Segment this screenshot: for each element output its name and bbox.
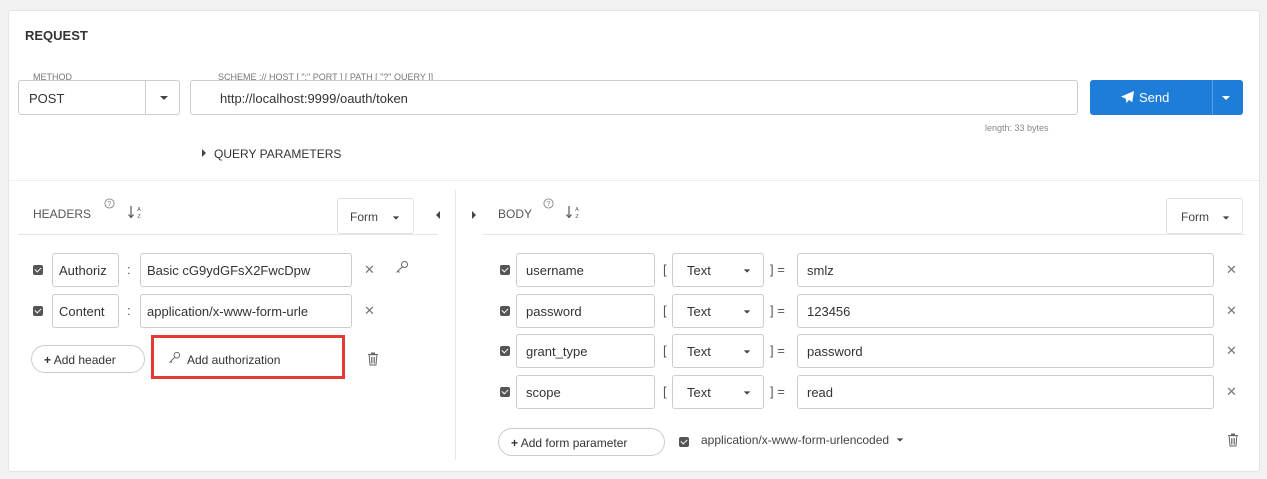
- header-row-1-checkbox[interactable]: [33, 265, 43, 275]
- body-row-type-value: Text: [687, 304, 711, 319]
- body-row-name-input[interactable]: username: [516, 253, 655, 287]
- content-type-checkbox[interactable]: [679, 437, 689, 447]
- svg-text:A: A: [575, 207, 579, 213]
- header-row-2-key-input[interactable]: Content: [52, 294, 119, 328]
- help-icon[interactable]: ?: [104, 198, 115, 209]
- method-select[interactable]: POST: [18, 80, 180, 115]
- svg-text:Z: Z: [575, 214, 579, 219]
- bracket-open: [: [663, 343, 667, 358]
- svg-text:?: ?: [547, 201, 551, 208]
- body-label: BODY: [498, 207, 533, 221]
- bracket-open: [: [663, 303, 667, 318]
- body-row-checkbox[interactable]: [500, 387, 510, 397]
- body-row-name-input[interactable]: grant_type: [516, 334, 655, 368]
- bracket-close-equals: ] =: [770, 343, 785, 358]
- add-authorization-button[interactable]: Add authorization: [187, 353, 280, 367]
- query-parameters-label: QUERY PARAMETERS: [214, 147, 342, 161]
- svg-text:Z: Z: [137, 214, 141, 219]
- bracket-close-equals: ] =: [770, 384, 785, 399]
- send-options-chevron-icon[interactable]: [1222, 96, 1230, 100]
- close-icon[interactable]: ✕: [364, 262, 375, 278]
- body-row-name-input[interactable]: password: [516, 294, 655, 328]
- body-section-title: BODY: [498, 207, 532, 221]
- paper-plane-icon: [1120, 90, 1135, 104]
- header-row-2-value-input[interactable]: application/x-www-form-urle: [140, 294, 352, 328]
- body-row-checkbox[interactable]: [500, 265, 510, 275]
- body-row-type-value: Text: [687, 385, 711, 400]
- body-row-checkbox[interactable]: [500, 306, 510, 316]
- bracket-open: [: [663, 384, 667, 399]
- chevron-down-icon: [897, 438, 904, 442]
- body-row-type-select[interactable]: Text: [672, 334, 764, 368]
- chevron-down-icon: [743, 391, 751, 395]
- colon: :: [127, 262, 131, 277]
- panel-divider: [455, 190, 456, 460]
- query-parameters-toggle[interactable]: QUERY PARAMETERS: [202, 147, 341, 161]
- close-icon[interactable]: ✕: [1226, 343, 1237, 359]
- content-type-dropdown[interactable]: application/x-www-form-urlencoded: [701, 433, 904, 447]
- bracket-close-equals: ] =: [770, 303, 785, 318]
- colon: :: [127, 303, 131, 318]
- chevron-down-icon[interactable]: [160, 96, 168, 100]
- headers-label: HEADERS: [33, 207, 92, 221]
- trash-icon[interactable]: [1227, 433, 1239, 447]
- chevron-down-icon: [743, 269, 751, 273]
- body-row-value-input[interactable]: password: [797, 334, 1214, 368]
- body-form-dropdown[interactable]: Form: [1166, 198, 1243, 234]
- plus-icon: +: [511, 436, 519, 450]
- collapse-left-icon[interactable]: [436, 211, 440, 219]
- header-row-2-checkbox[interactable]: [33, 306, 43, 316]
- url-value: http://localhost:9999/oauth/token: [220, 91, 408, 106]
- bracket-close-equals: ] =: [770, 262, 785, 277]
- chevron-down-icon: [743, 350, 751, 354]
- sort-icon[interactable]: AZ: [128, 205, 144, 219]
- bracket-open: [: [663, 262, 667, 277]
- close-icon[interactable]: ✕: [1226, 384, 1237, 400]
- body-row-value-input[interactable]: read: [797, 375, 1214, 409]
- length-text: length: 33 bytes: [985, 123, 1049, 133]
- header-row-1-key-input[interactable]: Authoriz: [52, 253, 119, 287]
- caret-right-icon: [202, 149, 206, 157]
- help-icon[interactable]: ?: [543, 198, 554, 209]
- body-row-type-value: Text: [687, 344, 711, 359]
- plus-icon: +: [44, 353, 52, 367]
- close-icon[interactable]: ✕: [1226, 262, 1237, 278]
- body-row-type-select[interactable]: Text: [672, 253, 764, 287]
- send-label: Send: [1139, 90, 1170, 105]
- chevron-down-icon: [392, 216, 400, 220]
- headers-section-title: HEADERS: [33, 207, 91, 221]
- content-type-label: application/x-www-form-urlencoded: [701, 433, 890, 447]
- close-icon[interactable]: ✕: [364, 303, 375, 319]
- url-input[interactable]: http://localhost:9999/oauth/token: [190, 80, 1078, 115]
- body-row-type-select[interactable]: Text: [672, 294, 764, 328]
- add-header-button[interactable]: + Add header: [31, 345, 145, 373]
- svg-text:?: ?: [108, 201, 112, 208]
- expand-right-icon[interactable]: [472, 211, 476, 219]
- trash-icon[interactable]: [367, 352, 379, 366]
- header-row-1-value-input[interactable]: Basic cG9ydGFsX2FwcDpw: [140, 253, 352, 287]
- body-form-label: Form: [1181, 210, 1209, 224]
- body-row-type-value: Text: [687, 263, 711, 278]
- body-row-value-input[interactable]: 123456: [797, 294, 1214, 328]
- add-header-label: Add header: [53, 353, 116, 367]
- close-icon[interactable]: ✕: [1226, 303, 1237, 319]
- body-row-checkbox[interactable]: [500, 346, 510, 356]
- headers-form-label: Form: [350, 210, 378, 224]
- body-row-value-input[interactable]: smlz: [797, 253, 1214, 287]
- key-icon: [169, 351, 181, 363]
- send-button[interactable]: Send: [1090, 80, 1243, 115]
- body-row-type-select[interactable]: Text: [672, 375, 764, 409]
- key-icon[interactable]: [394, 259, 410, 275]
- request-title: REQUEST: [25, 28, 88, 43]
- chevron-down-icon: [1222, 216, 1230, 220]
- add-form-parameter-label: Add form parameter: [520, 436, 628, 450]
- divider: [9, 180, 1259, 181]
- headers-form-dropdown[interactable]: Form: [337, 198, 414, 234]
- chevron-down-icon: [743, 310, 751, 314]
- body-row-name-input[interactable]: scope: [516, 375, 655, 409]
- svg-text:A: A: [137, 207, 141, 213]
- add-form-parameter-button[interactable]: + Add form parameter: [498, 428, 665, 456]
- sort-icon[interactable]: AZ: [566, 205, 582, 219]
- method-value: POST: [29, 91, 65, 106]
